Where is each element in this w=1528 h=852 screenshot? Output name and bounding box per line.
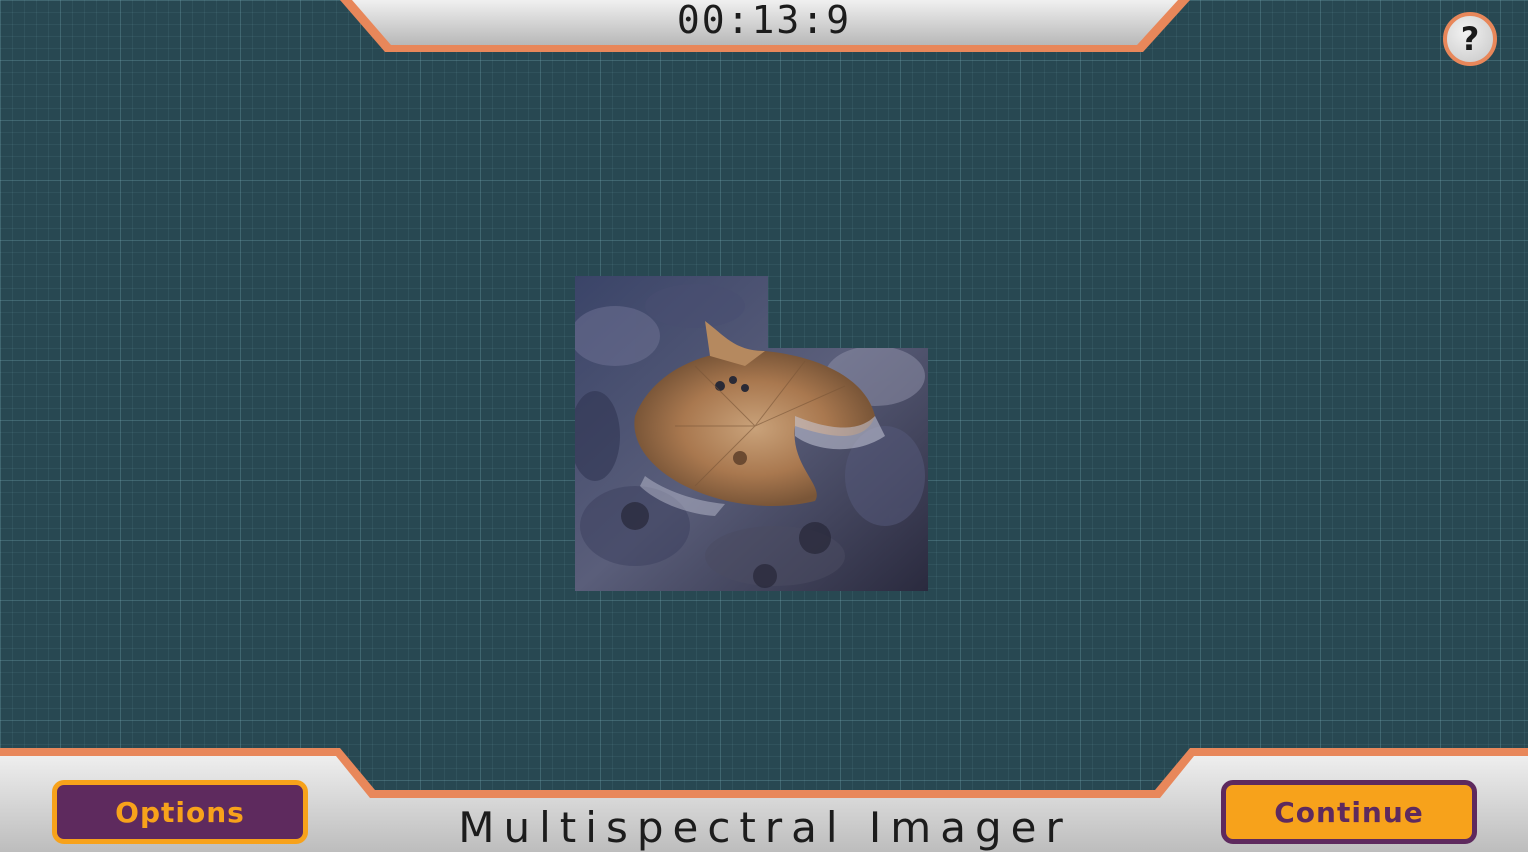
question-mark-icon: ? xyxy=(1460,20,1480,58)
timer-display: 00:13:9 xyxy=(676,0,852,42)
continue-button[interactable]: Continue xyxy=(1221,780,1477,844)
game-screen: 00:13:9 ? Multispectral Imager Options C… xyxy=(0,0,1528,852)
puzzle-image[interactable] xyxy=(575,276,928,591)
help-button[interactable]: ? xyxy=(1443,12,1497,66)
crater-surface-image xyxy=(575,276,928,591)
options-button[interactable]: Options xyxy=(52,780,308,844)
instrument-title: Multispectral Imager xyxy=(458,803,1072,852)
